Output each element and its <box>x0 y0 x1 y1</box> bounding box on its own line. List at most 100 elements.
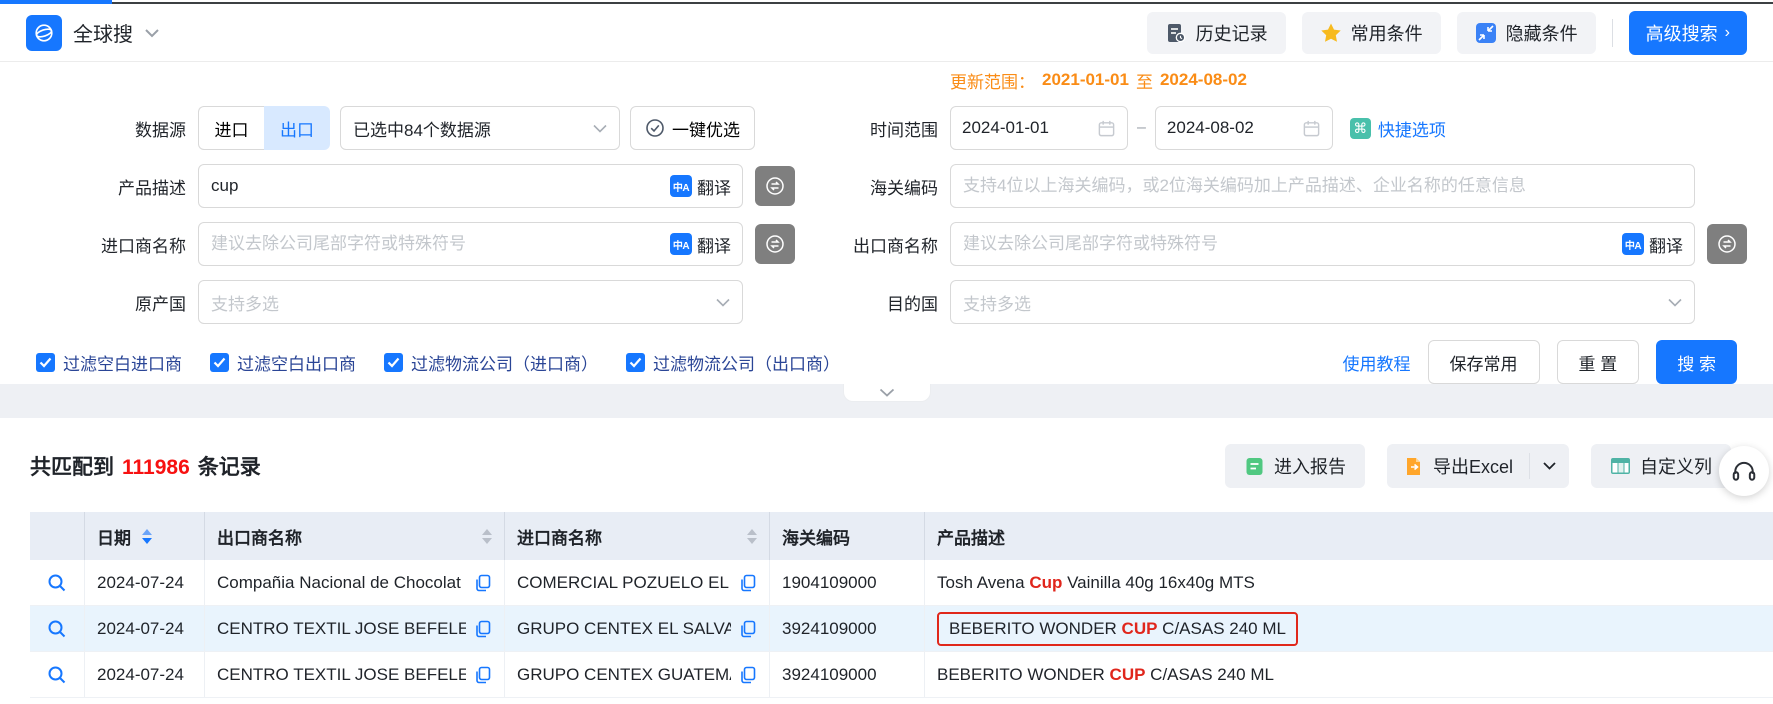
chevron-right-icon: › <box>1725 25 1730 41</box>
export-tab[interactable]: 出口 <box>264 106 330 150</box>
start-date-picker[interactable]: 2024-01-01 <box>950 106 1128 150</box>
enter-report-button[interactable]: 进入报告 <box>1225 444 1365 488</box>
calendar-icon <box>1097 119 1116 138</box>
copy-icon[interactable] <box>739 666 757 684</box>
row-importer-name[interactable]: GRUPO CENTEX GUATEMA <box>517 665 731 685</box>
table-body: 2024-07-24 Compañia Nacional de Chocolat… <box>30 560 1773 698</box>
end-date-picker[interactable]: 2024-08-02 <box>1155 106 1333 150</box>
origin-country-select[interactable]: 支持多选 <box>198 280 743 324</box>
translate-button[interactable]: 中A 翻译 <box>670 232 731 257</box>
report-icon <box>1244 456 1265 477</box>
time-range-label: 时间范围 <box>823 116 938 141</box>
row-importer-name[interactable]: COMERCIAL POZUELO EL S <box>517 573 731 593</box>
form-left-column: 数据源 进口 出口 已选中84个数据源 一键优选 产品描述 <box>26 68 823 324</box>
table-row[interactable]: 2024-07-24 CENTRO TEXTIL JOSE BEFELER S.… <box>30 652 1773 698</box>
headset-icon <box>1730 457 1758 485</box>
synonym-expand-button[interactable] <box>755 166 795 206</box>
results-table: 日期 出口商名称 进口商名称 海关编码 产品描述 2024-0 <box>30 512 1773 698</box>
export-excel-button[interactable]: 导出Excel <box>1387 444 1529 488</box>
form-right-column: 更新范围： 2021-01-01 至 2024-08-02 时间范围 2024-… <box>823 68 1747 324</box>
row-importer-name[interactable]: GRUPO CENTEX EL SALVAD <box>517 619 731 639</box>
quick-options-link[interactable]: ⌘ 快捷选项 <box>1350 116 1446 141</box>
export-excel-group: 导出Excel <box>1387 444 1569 488</box>
header-label: 进口商名称 <box>517 524 736 549</box>
table-row[interactable]: 2024-07-24 CENTRO TEXTIL JOSE BEFELER S.… <box>30 606 1773 652</box>
view-detail-icon[interactable] <box>47 573 67 593</box>
data-source-select[interactable]: 已选中84个数据源 <box>340 106 620 150</box>
importer-name-input[interactable] <box>199 234 670 254</box>
one-click-optimize-button[interactable]: 一键优选 <box>630 106 755 150</box>
filter-logistics-exporter[interactable]: 过滤物流公司（出口商） <box>626 350 840 375</box>
exporter-name-row: 出口商名称 中A 翻译 <box>823 222 1747 266</box>
tutorial-link[interactable]: 使用教程 <box>1343 350 1411 375</box>
exporter-name-field: 中A 翻译 <box>950 222 1695 266</box>
hs-code-input[interactable] <box>951 176 1694 196</box>
matched-keyword: CUP <box>1110 665 1146 685</box>
header-importer[interactable]: 进口商名称 <box>505 512 770 560</box>
table-row[interactable]: 2024-07-24 Compañia Nacional de Chocolat… <box>30 560 1773 606</box>
synonym-expand-button[interactable] <box>755 224 795 264</box>
origin-country-row: 原产国 支持多选 <box>26 280 823 324</box>
translate-label: 翻译 <box>697 232 731 257</box>
header-exporter[interactable]: 出口商名称 <box>205 512 505 560</box>
filter-blank-importer[interactable]: 过滤空白进口商 <box>36 350 182 375</box>
sort-icon[interactable] <box>747 529 757 544</box>
copy-icon[interactable] <box>474 574 492 592</box>
translate-icon: 中A <box>670 175 692 197</box>
row-exporter-name[interactable]: CENTRO TEXTIL JOSE BEFELER S. <box>217 619 466 639</box>
toolbar-divider <box>1612 19 1613 47</box>
sort-icon[interactable] <box>142 529 152 544</box>
filter-blank-exporter[interactable]: 过滤空白出口商 <box>210 350 356 375</box>
app-switcher[interactable]: 全球搜 <box>26 15 160 51</box>
view-detail-icon[interactable] <box>47 619 67 639</box>
view-detail-icon[interactable] <box>47 665 67 685</box>
export-excel-label: 导出Excel <box>1433 453 1513 479</box>
origin-country-placeholder: 支持多选 <box>211 290 279 315</box>
row-hs-code: 3924109000 <box>770 606 925 651</box>
support-headset-button[interactable] <box>1719 446 1769 496</box>
translate-button[interactable]: 中A 翻译 <box>1622 232 1683 257</box>
custom-columns-button[interactable]: 自定义列 <box>1591 444 1731 488</box>
advanced-search-button[interactable]: 高级搜索 › <box>1629 11 1747 55</box>
hs-code-label: 海关编码 <box>823 174 938 199</box>
row-hs-code: 3924109000 <box>770 652 925 697</box>
export-options-caret[interactable] <box>1530 444 1569 488</box>
enter-report-label: 进入报告 <box>1274 453 1346 479</box>
search-button[interactable]: 搜 索 <box>1656 340 1737 384</box>
row-exporter-name[interactable]: Compañia Nacional de Chocolat <box>217 573 466 593</box>
exporter-name-input[interactable] <box>951 234 1622 254</box>
synonym-expand-button[interactable] <box>1707 224 1747 264</box>
copy-icon[interactable] <box>474 620 492 638</box>
import-tab[interactable]: 进口 <box>198 106 264 150</box>
dest-country-select[interactable]: 支持多选 <box>950 280 1695 324</box>
hide-conditions-button[interactable]: 隐藏条件 <box>1457 12 1596 54</box>
export-excel-icon <box>1403 456 1424 477</box>
collapse-form-tab[interactable] <box>843 384 931 402</box>
window-edge-line <box>112 0 1773 4</box>
save-common-button[interactable]: 保存常用 <box>1428 340 1540 384</box>
row-hs-code: 1904109000 <box>770 560 925 605</box>
copy-icon[interactable] <box>474 666 492 684</box>
filter-logistics-importer[interactable]: 过滤物流公司（进口商） <box>384 350 598 375</box>
sort-icon[interactable] <box>482 529 492 544</box>
quick-options-label: 快捷选项 <box>1378 116 1446 141</box>
matched-keyword: CUP <box>1122 619 1158 639</box>
copy-icon[interactable] <box>739 574 757 592</box>
hide-conditions-label: 隐藏条件 <box>1506 20 1578 46</box>
translate-button[interactable]: 中A 翻译 <box>670 174 731 199</box>
reset-button[interactable]: 重 置 <box>1557 340 1640 384</box>
header-detail-column <box>30 512 85 560</box>
top-bar: 全球搜 历史记录 常用条件 隐藏条件 <box>0 4 1773 62</box>
globe-logo-icon <box>26 15 62 51</box>
copy-icon[interactable] <box>739 620 757 638</box>
translate-label: 翻译 <box>697 174 731 199</box>
header-date[interactable]: 日期 <box>85 512 205 560</box>
favorites-button[interactable]: 常用条件 <box>1302 12 1441 54</box>
row-exporter-name[interactable]: CENTRO TEXTIL JOSE BEFELER S. <box>217 665 466 685</box>
history-label: 历史记录 <box>1196 20 1268 46</box>
history-button[interactable]: 历史记录 <box>1147 12 1286 54</box>
results-header: 共匹配到 111986 条记录 进入报告 <box>0 444 1773 488</box>
chevron-down-icon <box>593 124 607 133</box>
product-desc-input[interactable] <box>199 176 670 196</box>
update-range-end: 2024-08-02 <box>1160 70 1247 90</box>
